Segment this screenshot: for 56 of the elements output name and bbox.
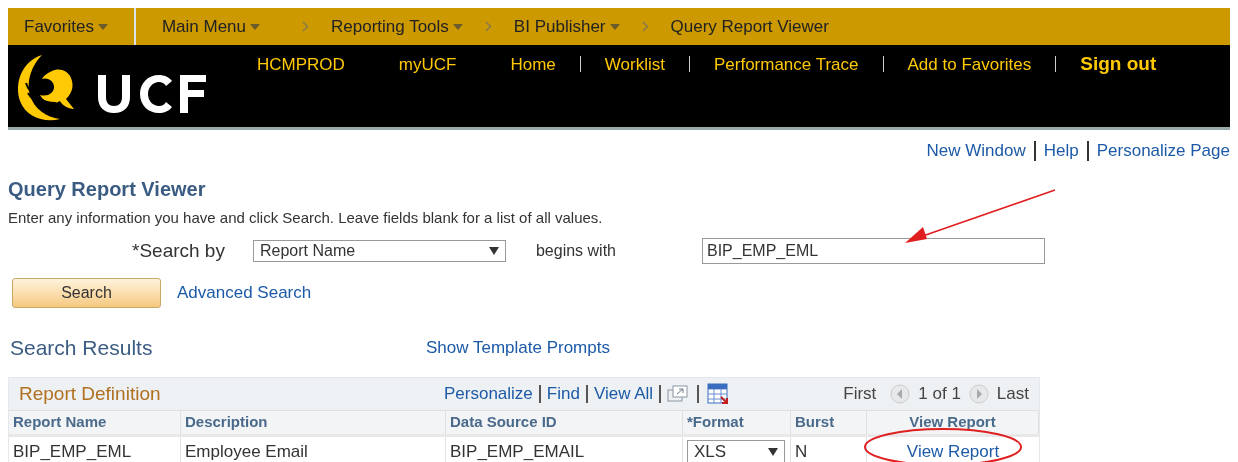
table-cell: BIP_EMP_EMAIL — [446, 437, 683, 462]
header-link[interactable]: Worklist — [604, 51, 665, 77]
chevron-icon — [302, 21, 310, 32]
page-link[interactable]: Help — [1043, 138, 1079, 164]
last-label: Last — [996, 383, 1029, 406]
new-window-icon[interactable] — [667, 385, 690, 403]
caret-icon — [609, 23, 620, 30]
first-label: First — [843, 383, 877, 406]
operator-label: begins with — [535, 241, 616, 262]
header-link[interactable]: Sign out — [1080, 50, 1157, 79]
grid-link[interactable]: View All — [593, 381, 654, 407]
dropdown-arrow-icon — [488, 247, 499, 256]
column-header: View Report — [867, 411, 1039, 434]
template-prompts-link[interactable]: Show Template Prompts — [426, 334, 610, 360]
advanced-search-link[interactable]: Advanced Search — [177, 279, 312, 306]
dropdown-arrow-icon — [768, 447, 778, 456]
caret-icon — [452, 23, 463, 30]
page-link[interactable]: Personalize Page — [1096, 138, 1230, 164]
column-header: Description — [181, 411, 446, 434]
instructions: Enter any information you have and click Search. Leave fields blank for a list of all values. — [8, 207, 604, 228]
search-label: *Search by — [132, 239, 225, 263]
grid-link[interactable]: Find — [546, 381, 580, 407]
previous-icon[interactable] — [890, 384, 911, 404]
column-header: *Format — [683, 411, 791, 434]
caret-icon — [250, 23, 261, 30]
grid-title: Report Definition — [19, 381, 162, 406]
search-by-dropdown[interactable]: Report Name — [252, 240, 506, 263]
table-cell: N — [791, 437, 867, 462]
page-count: 1 of 1 — [918, 383, 961, 406]
caret-icon — [97, 23, 108, 30]
breadcrumb-link[interactable]: Main Menu — [161, 13, 261, 40]
breadcrumb-link[interactable]: Reporting Tools — [331, 13, 463, 40]
header-link[interactable]: Performance Trace — [713, 51, 859, 77]
table-cell: Employee Email — [181, 437, 446, 462]
header-link[interactable]: Add to Favorites — [907, 51, 1032, 77]
column-header: Data Source ID — [446, 411, 683, 434]
search-button[interactable]: Search — [12, 277, 161, 308]
breadcrumb-link[interactable]: Query Report Viewer — [670, 13, 829, 40]
chevron-icon — [484, 21, 492, 32]
header-link[interactable]: Home — [510, 51, 556, 77]
format-dropdown[interactable]: XLS — [687, 439, 785, 462]
next-icon[interactable] — [968, 384, 989, 404]
page-title: Query Report Viewer — [8, 176, 207, 202]
page-link[interactable]: New Window — [926, 138, 1026, 164]
header-link[interactable]: myUCF — [398, 51, 457, 77]
column-header: Report Name — [9, 411, 181, 434]
search-input[interactable]: BIP_EMP_EML — [702, 238, 1045, 265]
table-cell: BIP_EMP_EML — [9, 437, 181, 462]
grid-link[interactable]: Personalize — [444, 381, 533, 407]
chevron-icon — [641, 21, 649, 32]
column-header: Burst — [791, 411, 867, 434]
header-link[interactable]: HCMPROD — [257, 51, 345, 77]
breadcrumb-link[interactable]: BI Publisher — [513, 13, 620, 40]
section-heading: Search Results — [10, 334, 154, 361]
breadcrumb-link[interactable]: Favorites — [8, 13, 128, 40]
download-grid-icon[interactable] — [707, 383, 730, 405]
